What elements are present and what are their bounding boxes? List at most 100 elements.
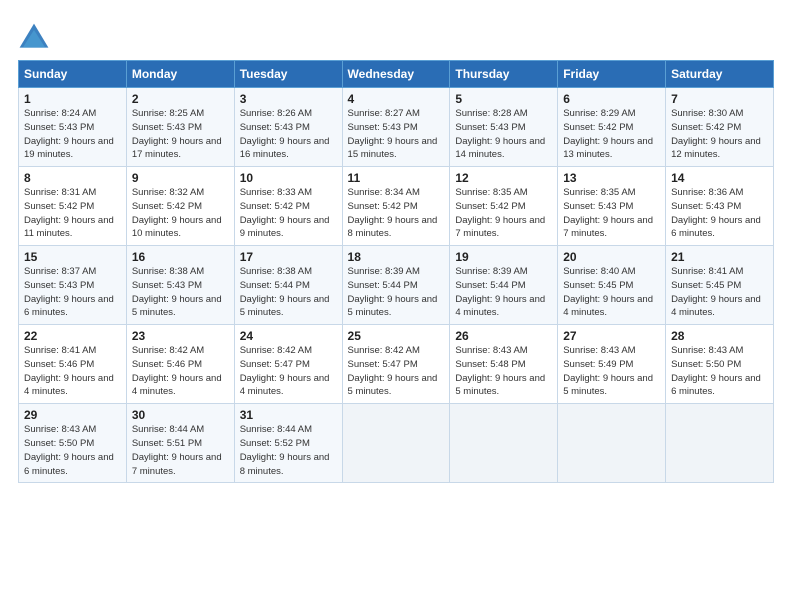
day-cell: 27 Sunrise: 8:43 AMSunset: 5:49 PMDaylig… <box>558 325 666 404</box>
day-cell: 7 Sunrise: 8:30 AMSunset: 5:42 PMDayligh… <box>666 88 774 167</box>
day-info: Sunrise: 8:44 AMSunset: 5:51 PMDaylight:… <box>132 424 222 476</box>
day-cell: 9 Sunrise: 8:32 AMSunset: 5:42 PMDayligh… <box>126 167 234 246</box>
day-cell: 3 Sunrise: 8:26 AMSunset: 5:43 PMDayligh… <box>234 88 342 167</box>
day-cell: 12 Sunrise: 8:35 AMSunset: 5:42 PMDaylig… <box>450 167 558 246</box>
day-cell: 17 Sunrise: 8:38 AMSunset: 5:44 PMDaylig… <box>234 246 342 325</box>
day-cell: 2 Sunrise: 8:25 AMSunset: 5:43 PMDayligh… <box>126 88 234 167</box>
day-info: Sunrise: 8:35 AMSunset: 5:42 PMDaylight:… <box>455 187 545 239</box>
day-cell: 19 Sunrise: 8:39 AMSunset: 5:44 PMDaylig… <box>450 246 558 325</box>
col-header-saturday: Saturday <box>666 61 774 88</box>
day-info: Sunrise: 8:27 AMSunset: 5:43 PMDaylight:… <box>348 108 438 160</box>
day-number: 23 <box>132 329 229 343</box>
week-row-3: 15 Sunrise: 8:37 AMSunset: 5:43 PMDaylig… <box>19 246 774 325</box>
day-info: Sunrise: 8:43 AMSunset: 5:50 PMDaylight:… <box>24 424 114 476</box>
day-number: 16 <box>132 250 229 264</box>
day-number: 26 <box>455 329 552 343</box>
day-info: Sunrise: 8:32 AMSunset: 5:42 PMDaylight:… <box>132 187 222 239</box>
day-cell: 21 Sunrise: 8:41 AMSunset: 5:45 PMDaylig… <box>666 246 774 325</box>
week-row-5: 29 Sunrise: 8:43 AMSunset: 5:50 PMDaylig… <box>19 404 774 483</box>
day-cell <box>450 404 558 483</box>
day-info: Sunrise: 8:31 AMSunset: 5:42 PMDaylight:… <box>24 187 114 239</box>
day-cell: 28 Sunrise: 8:43 AMSunset: 5:50 PMDaylig… <box>666 325 774 404</box>
day-info: Sunrise: 8:35 AMSunset: 5:43 PMDaylight:… <box>563 187 653 239</box>
day-info: Sunrise: 8:38 AMSunset: 5:43 PMDaylight:… <box>132 266 222 318</box>
day-number: 9 <box>132 171 229 185</box>
day-info: Sunrise: 8:30 AMSunset: 5:42 PMDaylight:… <box>671 108 761 160</box>
col-header-sunday: Sunday <box>19 61 127 88</box>
day-number: 13 <box>563 171 660 185</box>
day-info: Sunrise: 8:43 AMSunset: 5:49 PMDaylight:… <box>563 345 653 397</box>
day-number: 3 <box>240 92 337 106</box>
day-number: 10 <box>240 171 337 185</box>
day-number: 4 <box>348 92 445 106</box>
week-row-2: 8 Sunrise: 8:31 AMSunset: 5:42 PMDayligh… <box>19 167 774 246</box>
col-header-monday: Monday <box>126 61 234 88</box>
day-cell: 22 Sunrise: 8:41 AMSunset: 5:46 PMDaylig… <box>19 325 127 404</box>
day-info: Sunrise: 8:26 AMSunset: 5:43 PMDaylight:… <box>240 108 330 160</box>
day-cell: 24 Sunrise: 8:42 AMSunset: 5:47 PMDaylig… <box>234 325 342 404</box>
day-cell: 31 Sunrise: 8:44 AMSunset: 5:52 PMDaylig… <box>234 404 342 483</box>
day-number: 6 <box>563 92 660 106</box>
day-info: Sunrise: 8:43 AMSunset: 5:48 PMDaylight:… <box>455 345 545 397</box>
day-cell: 15 Sunrise: 8:37 AMSunset: 5:43 PMDaylig… <box>19 246 127 325</box>
day-number: 8 <box>24 171 121 185</box>
day-info: Sunrise: 8:41 AMSunset: 5:46 PMDaylight:… <box>24 345 114 397</box>
day-cell: 30 Sunrise: 8:44 AMSunset: 5:51 PMDaylig… <box>126 404 234 483</box>
day-number: 5 <box>455 92 552 106</box>
calendar-header: SundayMondayTuesdayWednesdayThursdayFrid… <box>19 61 774 88</box>
day-number: 14 <box>671 171 768 185</box>
day-info: Sunrise: 8:39 AMSunset: 5:44 PMDaylight:… <box>348 266 438 318</box>
col-header-thursday: Thursday <box>450 61 558 88</box>
day-number: 27 <box>563 329 660 343</box>
day-cell: 16 Sunrise: 8:38 AMSunset: 5:43 PMDaylig… <box>126 246 234 325</box>
day-info: Sunrise: 8:37 AMSunset: 5:43 PMDaylight:… <box>24 266 114 318</box>
logo-icon <box>18 22 50 54</box>
day-number: 28 <box>671 329 768 343</box>
day-number: 15 <box>24 250 121 264</box>
logo <box>18 22 54 54</box>
day-cell: 29 Sunrise: 8:43 AMSunset: 5:50 PMDaylig… <box>19 404 127 483</box>
calendar-table: SundayMondayTuesdayWednesdayThursdayFrid… <box>18 60 774 483</box>
day-number: 29 <box>24 408 121 422</box>
day-cell: 10 Sunrise: 8:33 AMSunset: 5:42 PMDaylig… <box>234 167 342 246</box>
col-header-tuesday: Tuesday <box>234 61 342 88</box>
day-cell: 23 Sunrise: 8:42 AMSunset: 5:46 PMDaylig… <box>126 325 234 404</box>
day-info: Sunrise: 8:41 AMSunset: 5:45 PMDaylight:… <box>671 266 761 318</box>
day-cell: 20 Sunrise: 8:40 AMSunset: 5:45 PMDaylig… <box>558 246 666 325</box>
day-info: Sunrise: 8:28 AMSunset: 5:43 PMDaylight:… <box>455 108 545 160</box>
day-info: Sunrise: 8:42 AMSunset: 5:46 PMDaylight:… <box>132 345 222 397</box>
day-info: Sunrise: 8:33 AMSunset: 5:42 PMDaylight:… <box>240 187 330 239</box>
day-info: Sunrise: 8:42 AMSunset: 5:47 PMDaylight:… <box>240 345 330 397</box>
day-cell <box>342 404 450 483</box>
day-info: Sunrise: 8:44 AMSunset: 5:52 PMDaylight:… <box>240 424 330 476</box>
day-number: 24 <box>240 329 337 343</box>
day-number: 20 <box>563 250 660 264</box>
day-number: 2 <box>132 92 229 106</box>
day-cell: 4 Sunrise: 8:27 AMSunset: 5:43 PMDayligh… <box>342 88 450 167</box>
col-header-friday: Friday <box>558 61 666 88</box>
day-info: Sunrise: 8:29 AMSunset: 5:42 PMDaylight:… <box>563 108 653 160</box>
day-cell: 5 Sunrise: 8:28 AMSunset: 5:43 PMDayligh… <box>450 88 558 167</box>
day-cell: 25 Sunrise: 8:42 AMSunset: 5:47 PMDaylig… <box>342 325 450 404</box>
day-cell: 26 Sunrise: 8:43 AMSunset: 5:48 PMDaylig… <box>450 325 558 404</box>
day-number: 7 <box>671 92 768 106</box>
calendar-body: 1 Sunrise: 8:24 AMSunset: 5:43 PMDayligh… <box>19 88 774 483</box>
day-number: 1 <box>24 92 121 106</box>
day-number: 21 <box>671 250 768 264</box>
week-row-1: 1 Sunrise: 8:24 AMSunset: 5:43 PMDayligh… <box>19 88 774 167</box>
day-cell: 18 Sunrise: 8:39 AMSunset: 5:44 PMDaylig… <box>342 246 450 325</box>
week-row-4: 22 Sunrise: 8:41 AMSunset: 5:46 PMDaylig… <box>19 325 774 404</box>
day-cell: 1 Sunrise: 8:24 AMSunset: 5:43 PMDayligh… <box>19 88 127 167</box>
day-info: Sunrise: 8:34 AMSunset: 5:42 PMDaylight:… <box>348 187 438 239</box>
day-cell: 8 Sunrise: 8:31 AMSunset: 5:42 PMDayligh… <box>19 167 127 246</box>
day-cell <box>558 404 666 483</box>
day-info: Sunrise: 8:38 AMSunset: 5:44 PMDaylight:… <box>240 266 330 318</box>
col-header-wednesday: Wednesday <box>342 61 450 88</box>
day-cell: 13 Sunrise: 8:35 AMSunset: 5:43 PMDaylig… <box>558 167 666 246</box>
day-cell: 14 Sunrise: 8:36 AMSunset: 5:43 PMDaylig… <box>666 167 774 246</box>
day-info: Sunrise: 8:39 AMSunset: 5:44 PMDaylight:… <box>455 266 545 318</box>
day-info: Sunrise: 8:43 AMSunset: 5:50 PMDaylight:… <box>671 345 761 397</box>
day-info: Sunrise: 8:40 AMSunset: 5:45 PMDaylight:… <box>563 266 653 318</box>
day-number: 12 <box>455 171 552 185</box>
day-cell <box>666 404 774 483</box>
